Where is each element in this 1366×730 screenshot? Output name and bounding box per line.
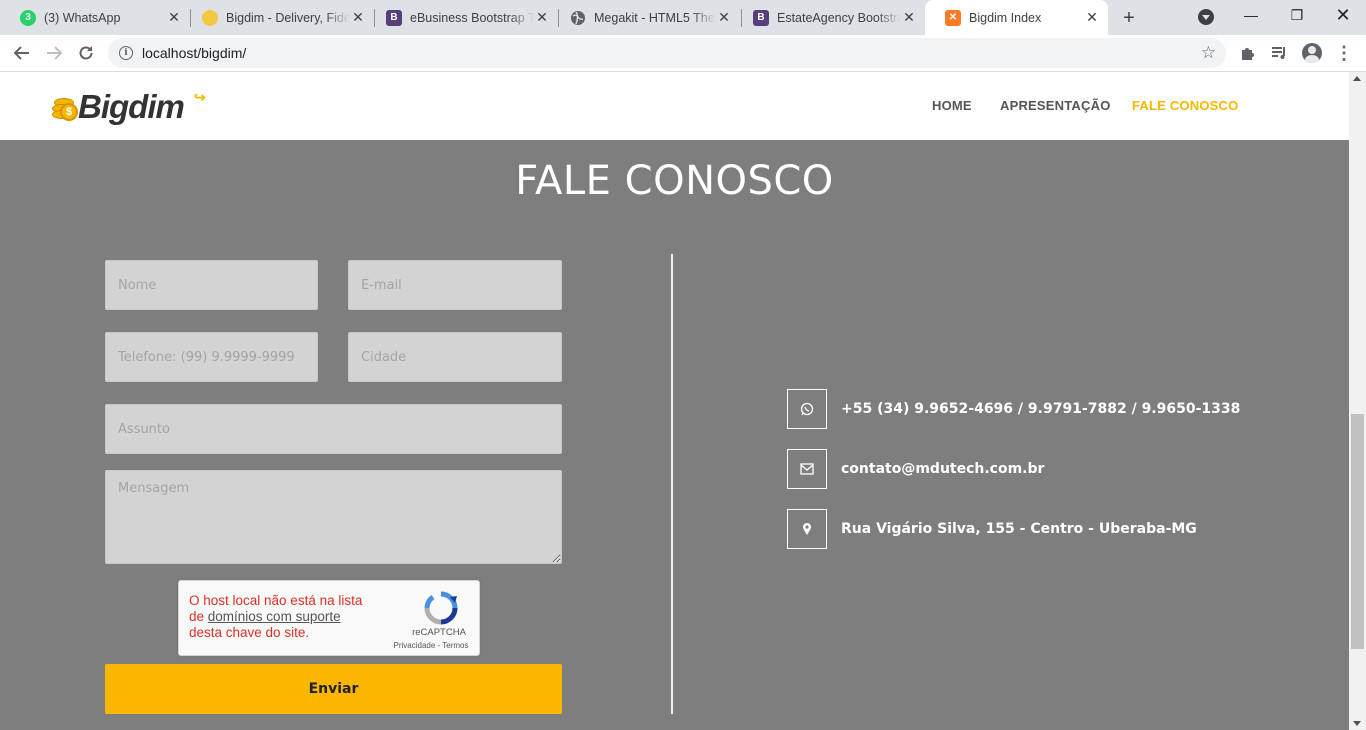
coins-icon: $ [52, 92, 80, 122]
browser-tab-estateagency[interactable]: B EstateAgency Bootstrap Template ✕ [733, 0, 925, 35]
profile-avatar-icon[interactable] [1300, 41, 1324, 65]
subject-input[interactable] [105, 404, 562, 454]
close-tab-icon[interactable]: ✕ [350, 9, 366, 26]
whatsapp-icon: 3 [20, 9, 36, 26]
browser-toolbar: i localhost/bigdim/ ☆ ⋮ [0, 35, 1366, 72]
globe-icon [570, 10, 586, 26]
privacy-link[interactable]: Privacidade [393, 641, 435, 650]
bootstrap-icon: B [386, 9, 402, 26]
nav-item-fale-conosco[interactable]: FALE CONOSCO [1132, 98, 1238, 113]
browser-tab-whatsapp[interactable]: 3 (3) WhatsApp ✕ [0, 0, 190, 35]
logo-text: Bigdim [78, 88, 185, 125]
forward-arrow-icon[interactable] [40, 39, 68, 67]
terms-link[interactable]: Termos [442, 641, 468, 650]
recaptcha-error: O host local não está na lista de domíni… [189, 593, 389, 641]
bigdim-logo[interactable]: $ Bigdim ↪ [52, 88, 206, 125]
recaptcha-logo-icon [424, 591, 458, 625]
recaptcha-label: reCAPTCHA [412, 627, 466, 638]
reload-icon[interactable] [72, 39, 100, 67]
map-marker-icon [787, 509, 827, 549]
close-tab-icon[interactable]: ✕ [901, 9, 917, 26]
browser-tab-megakit[interactable]: Megakit - HTML5 Theme ✕ [550, 0, 740, 35]
media-queue-icon[interactable] [1267, 41, 1291, 65]
page-viewport: $ Bigdim ↪ HOME APRESENTAÇÃO FALE CONOSC… [0, 72, 1349, 730]
contact-address: Rua Vigário Silva, 155 - Centro - Uberab… [787, 509, 1197, 549]
tab-search-icon[interactable] [1198, 9, 1214, 25]
page-scrollbar[interactable] [1349, 72, 1366, 730]
contact-email-text[interactable]: contato@mdutech.com.br [841, 461, 1044, 477]
xampp-icon: ✕ [945, 9, 961, 26]
minimize-icon[interactable]: — [1228, 0, 1274, 30]
tab-title: EstateAgency Bootstrap Template [777, 10, 901, 25]
recaptcha-links: Privacidade - Termos [385, 641, 477, 650]
tab-title: Bigdim Index [969, 10, 1042, 25]
message-textarea[interactable] [105, 470, 562, 564]
phone-input[interactable] [105, 332, 318, 382]
close-tab-icon[interactable]: ✕ [716, 9, 732, 26]
recaptcha-error-line: desta chave do site. [189, 625, 310, 640]
contact-phone: +55 (34) 9.9652-4696 / 9.9791-7882 / 9.9… [787, 389, 1240, 429]
contact-address-text: Rua Vigário Silva, 155 - Centro - Uberab… [841, 521, 1197, 537]
email-input[interactable] [348, 260, 562, 310]
send-button[interactable]: Enviar [105, 664, 562, 714]
site-header: $ Bigdim ↪ HOME APRESENTAÇÃO FALE CONOSC… [0, 72, 1349, 140]
city-input[interactable] [348, 332, 562, 382]
bookmark-star-icon[interactable]: ☆ [1201, 43, 1216, 63]
contact-phone-text: +55 (34) 9.9652-4696 / 9.9791-7882 / 9.9… [841, 401, 1241, 417]
contact-email: contato@mdutech.com.br [787, 449, 1044, 489]
envelope-icon [787, 449, 827, 489]
address-bar[interactable]: i localhost/bigdim/ ☆ [108, 38, 1226, 68]
restore-icon[interactable]: ❐ [1274, 0, 1320, 30]
tab-title: Bigdim - Delivery, Fidelidade [226, 10, 350, 25]
scroll-down-arrow-icon[interactable] [1353, 721, 1361, 726]
nav-item-apresentacao[interactable]: APRESENTAÇÃO [1000, 98, 1111, 113]
name-input[interactable] [105, 260, 318, 310]
new-tab-button[interactable]: + [1117, 6, 1141, 30]
section-title: FALE CONOSCO [515, 158, 834, 204]
tab-title: eBusiness Bootstrap Template [410, 10, 534, 25]
close-window-icon[interactable]: ✕ [1320, 0, 1366, 30]
address-url[interactable]: localhost/bigdim/ [142, 45, 246, 61]
scrollbar-thumb[interactable] [1351, 414, 1364, 649]
tab-title: Megakit - HTML5 Theme [594, 10, 716, 25]
bootstrap-icon: B [753, 9, 769, 26]
back-arrow-icon[interactable] [8, 39, 36, 67]
nav-item-home[interactable]: HOME [932, 98, 972, 113]
browser-tab-bigdim[interactable]: Bigdim - Delivery, Fidelidade ✕ [182, 0, 374, 35]
browser-tab-strip: 3 (3) WhatsApp ✕ Bigdim - Delivery, Fide… [0, 0, 1366, 35]
bigdim-icon [202, 9, 218, 26]
column-divider [671, 254, 673, 714]
browser-tab-ebusiness[interactable]: B eBusiness Bootstrap Template ✕ [366, 0, 558, 35]
close-tab-icon[interactable]: ✕ [1084, 9, 1100, 26]
scroll-up-arrow-icon[interactable] [1353, 76, 1361, 81]
close-tab-icon[interactable]: ✕ [166, 9, 182, 26]
recaptcha-error-line: O host local não está na lista [189, 593, 363, 608]
kebab-menu-icon[interactable]: ⋮ [1332, 41, 1356, 65]
recaptcha-widget[interactable]: O host local não está na lista de domíni… [178, 580, 480, 656]
whatsapp-icon [787, 389, 827, 429]
close-tab-icon[interactable]: ✕ [534, 9, 550, 26]
logo-arrow-icon: ↪ [194, 89, 206, 105]
extensions-puzzle-icon[interactable] [1236, 41, 1260, 65]
tab-title: (3) WhatsApp [44, 10, 121, 25]
browser-tab-bigdim-index[interactable]: ✕ Bigdim Index ✕ [925, 0, 1108, 35]
site-info-icon[interactable]: i [119, 46, 133, 60]
recaptcha-error-line: de [189, 609, 208, 624]
supported-domains-link[interactable]: domínios com suporte [208, 609, 341, 624]
